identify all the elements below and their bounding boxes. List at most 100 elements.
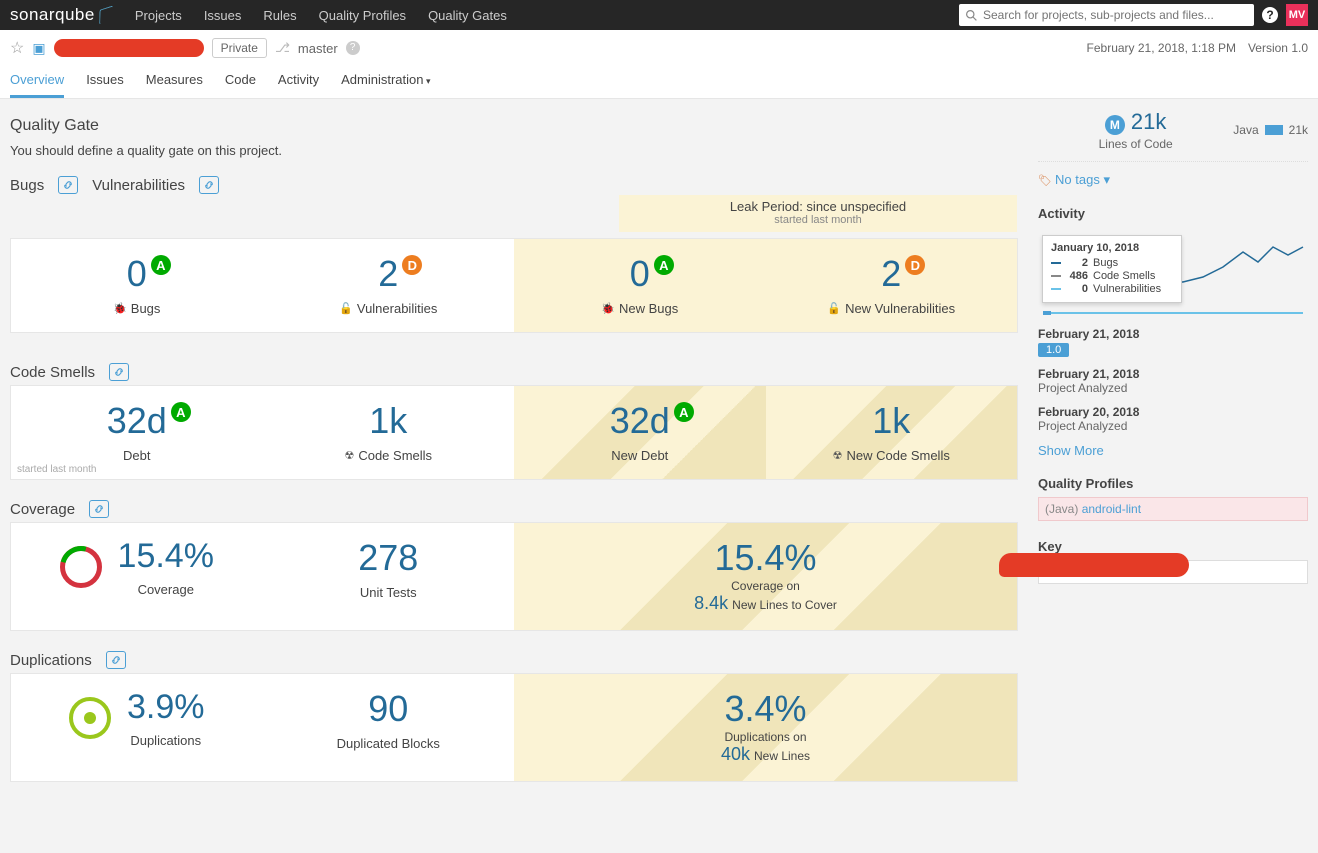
nav-issues[interactable]: Issues <box>204 8 242 23</box>
new-smells-metric-label[interactable]: New Code Smells <box>847 448 950 463</box>
vuln-value[interactable]: 2D <box>378 253 398 295</box>
tooltip-bugs-n: 2 <box>1066 257 1088 269</box>
new-bugs-metric-label[interactable]: New Bugs <box>619 301 678 316</box>
coverage-metric-label[interactable]: Coverage <box>138 582 194 597</box>
bugs-rating: A <box>151 255 171 275</box>
coverage-link-icon[interactable] <box>89 500 109 518</box>
new-lines-to-cover-label[interactable]: New Lines to Cover <box>732 598 837 612</box>
project-name-redacted <box>54 39 204 57</box>
nav-quality-gates[interactable]: Quality Gates <box>428 8 507 23</box>
tab-administration[interactable]: Administration <box>341 72 430 98</box>
nav-quality-profiles[interactable]: Quality Profiles <box>319 8 406 23</box>
nav-rules[interactable]: Rules <box>263 8 296 23</box>
coverage-cell: 15.4% Coverage <box>11 523 263 630</box>
new-vuln-value[interactable]: 2D <box>881 253 901 295</box>
qp-title: Quality Profiles <box>1038 476 1308 491</box>
new-bugs-rating: A <box>654 255 674 275</box>
activity-event: February 20, 2018 Project Analyzed <box>1038 405 1308 433</box>
bugs-metric-label[interactable]: Bugs <box>131 301 161 316</box>
new-lines-to-cover-value[interactable]: 8.4k <box>694 593 728 613</box>
new-dup-value[interactable]: 3.4% <box>724 688 806 730</box>
tab-measures[interactable]: Measures <box>146 72 203 98</box>
activity-sparkline[interactable]: January 10, 2018 2Bugs 486Code Smells 0V… <box>1038 227 1308 317</box>
loc-label: Lines of Code <box>1038 137 1233 151</box>
branch-name[interactable]: master <box>298 41 338 56</box>
activity-event: February 21, 2018 Project Analyzed <box>1038 367 1308 395</box>
activity-title: Activity <box>1038 206 1308 221</box>
new-coverage-value[interactable]: 15.4% <box>714 537 816 579</box>
new-smells-value[interactable]: 1k <box>872 400 910 442</box>
new-coverage-label: Coverage on <box>514 579 1017 593</box>
new-lines-value[interactable]: 40k <box>721 744 750 764</box>
smells-link-icon[interactable] <box>109 363 129 381</box>
new-debt-value[interactable]: 32dA <box>610 400 670 442</box>
new-dup-cell: 3.4% Duplications on 40kNew Lines <box>514 674 1017 781</box>
favorite-star-icon[interactable]: ☆ <box>10 38 24 58</box>
dup-blocks-metric-label[interactable]: Duplicated Blocks <box>337 736 440 751</box>
vuln-link-icon[interactable] <box>199 176 219 194</box>
tab-overview[interactable]: Overview <box>10 72 64 98</box>
tooltip-smells-label: Code Smells <box>1093 270 1155 282</box>
tooltip-vuln-label: Vulnerabilities <box>1093 283 1161 295</box>
help-button[interactable]: ? <box>1262 7 1278 23</box>
show-more-link[interactable]: Show More <box>1038 443 1308 458</box>
coverage-value[interactable]: 15.4% <box>118 537 214 576</box>
leak-period-header: Leak Period: since unspecified started l… <box>619 195 1017 232</box>
dup-blocks-value[interactable]: 90 <box>368 688 408 730</box>
branch-icon: ⎇ <box>275 40 290 56</box>
loc-value[interactable]: 21k <box>1131 109 1166 134</box>
new-lines-label[interactable]: New Lines <box>754 749 810 763</box>
bug-icon: 🐞 <box>113 302 127 315</box>
search-input[interactable] <box>959 4 1254 26</box>
qp-item[interactable]: (Java) android-lint <box>1038 497 1308 521</box>
top-nav: sonarqube Projects Issues Rules Quality … <box>0 0 1318 30</box>
debt-metric-label[interactable]: Debt <box>123 448 150 463</box>
new-debt-metric-label[interactable]: New Debt <box>611 448 668 463</box>
dup-blocks-cell: 90 Duplicated Blocks <box>263 674 515 781</box>
smells-label: Code Smells <box>10 364 95 381</box>
bugs-link-icon[interactable] <box>58 176 78 194</box>
tab-code[interactable]: Code <box>225 72 256 98</box>
bugs-card: Leak Period: since unspecified started l… <box>10 238 1018 333</box>
new-vuln-metric-label[interactable]: New Vulnerabilities <box>845 301 955 316</box>
dup-link-icon[interactable] <box>106 651 126 669</box>
tags-selector[interactable]: No tags ▾ <box>1038 172 1308 188</box>
smells-metric-label[interactable]: Code Smells <box>358 448 432 463</box>
quality-profiles-section: Quality Profiles (Java) android-lint <box>1038 476 1308 521</box>
qp-name: android-lint <box>1082 502 1141 516</box>
vuln-cell: 2D 🔓Vulnerabilities <box>263 239 515 332</box>
branch-help-icon[interactable]: ? <box>346 41 360 55</box>
logo[interactable]: sonarqube <box>10 5 113 25</box>
project-version: Version 1.0 <box>1248 41 1308 55</box>
event-desc: Project Analyzed <box>1038 381 1308 395</box>
dup-card: 3.9% Duplications 90 Duplicated Blocks 3… <box>10 673 1018 782</box>
nav-projects[interactable]: Projects <box>135 8 182 23</box>
key-title: Key <box>1038 539 1308 554</box>
new-coverage-cell: 15.4% Coverage on 8.4k New Lines to Cover <box>514 523 1017 630</box>
analysis-date: February 21, 2018, 1:18 PM <box>1087 41 1236 55</box>
new-bugs-value[interactable]: 0A <box>630 253 650 295</box>
tab-activity[interactable]: Activity <box>278 72 319 98</box>
smells-cell: 1k ☢Code Smells <box>263 386 515 479</box>
debt-value[interactable]: 32dA <box>107 400 167 442</box>
dup-metric-label[interactable]: Duplications <box>130 733 201 748</box>
avatar[interactable]: MV <box>1286 4 1308 26</box>
tab-issues[interactable]: Issues <box>86 72 124 98</box>
quality-gate-message: You should define a quality gate on this… <box>10 143 1018 158</box>
bug-icon: 🐞 <box>601 302 615 315</box>
activity-section: Activity January 10, 2018 2Bugs 486Code … <box>1038 206 1308 458</box>
new-bugs-cell: 0A 🐞 New Bugs <box>514 239 766 332</box>
vuln-rating: D <box>402 255 422 275</box>
dup-value[interactable]: 3.9% <box>127 688 205 727</box>
activity-events: February 21, 2018 1.0 February 21, 2018 … <box>1038 327 1308 458</box>
unit-tests-value[interactable]: 278 <box>358 537 418 579</box>
quality-gate-section: Quality Gate You should define a quality… <box>10 117 1018 158</box>
lock-icon: 🔓 <box>827 302 841 315</box>
key-value-box[interactable] <box>1038 560 1308 584</box>
bugs-value[interactable]: 0A <box>127 253 147 295</box>
smells-section-title: Code Smells <box>10 363 1018 381</box>
started-last-month-note: started last month <box>17 464 96 475</box>
vuln-metric-label[interactable]: Vulnerabilities <box>357 301 437 316</box>
unit-tests-metric-label[interactable]: Unit Tests <box>360 585 417 600</box>
smells-value[interactable]: 1k <box>369 400 407 442</box>
